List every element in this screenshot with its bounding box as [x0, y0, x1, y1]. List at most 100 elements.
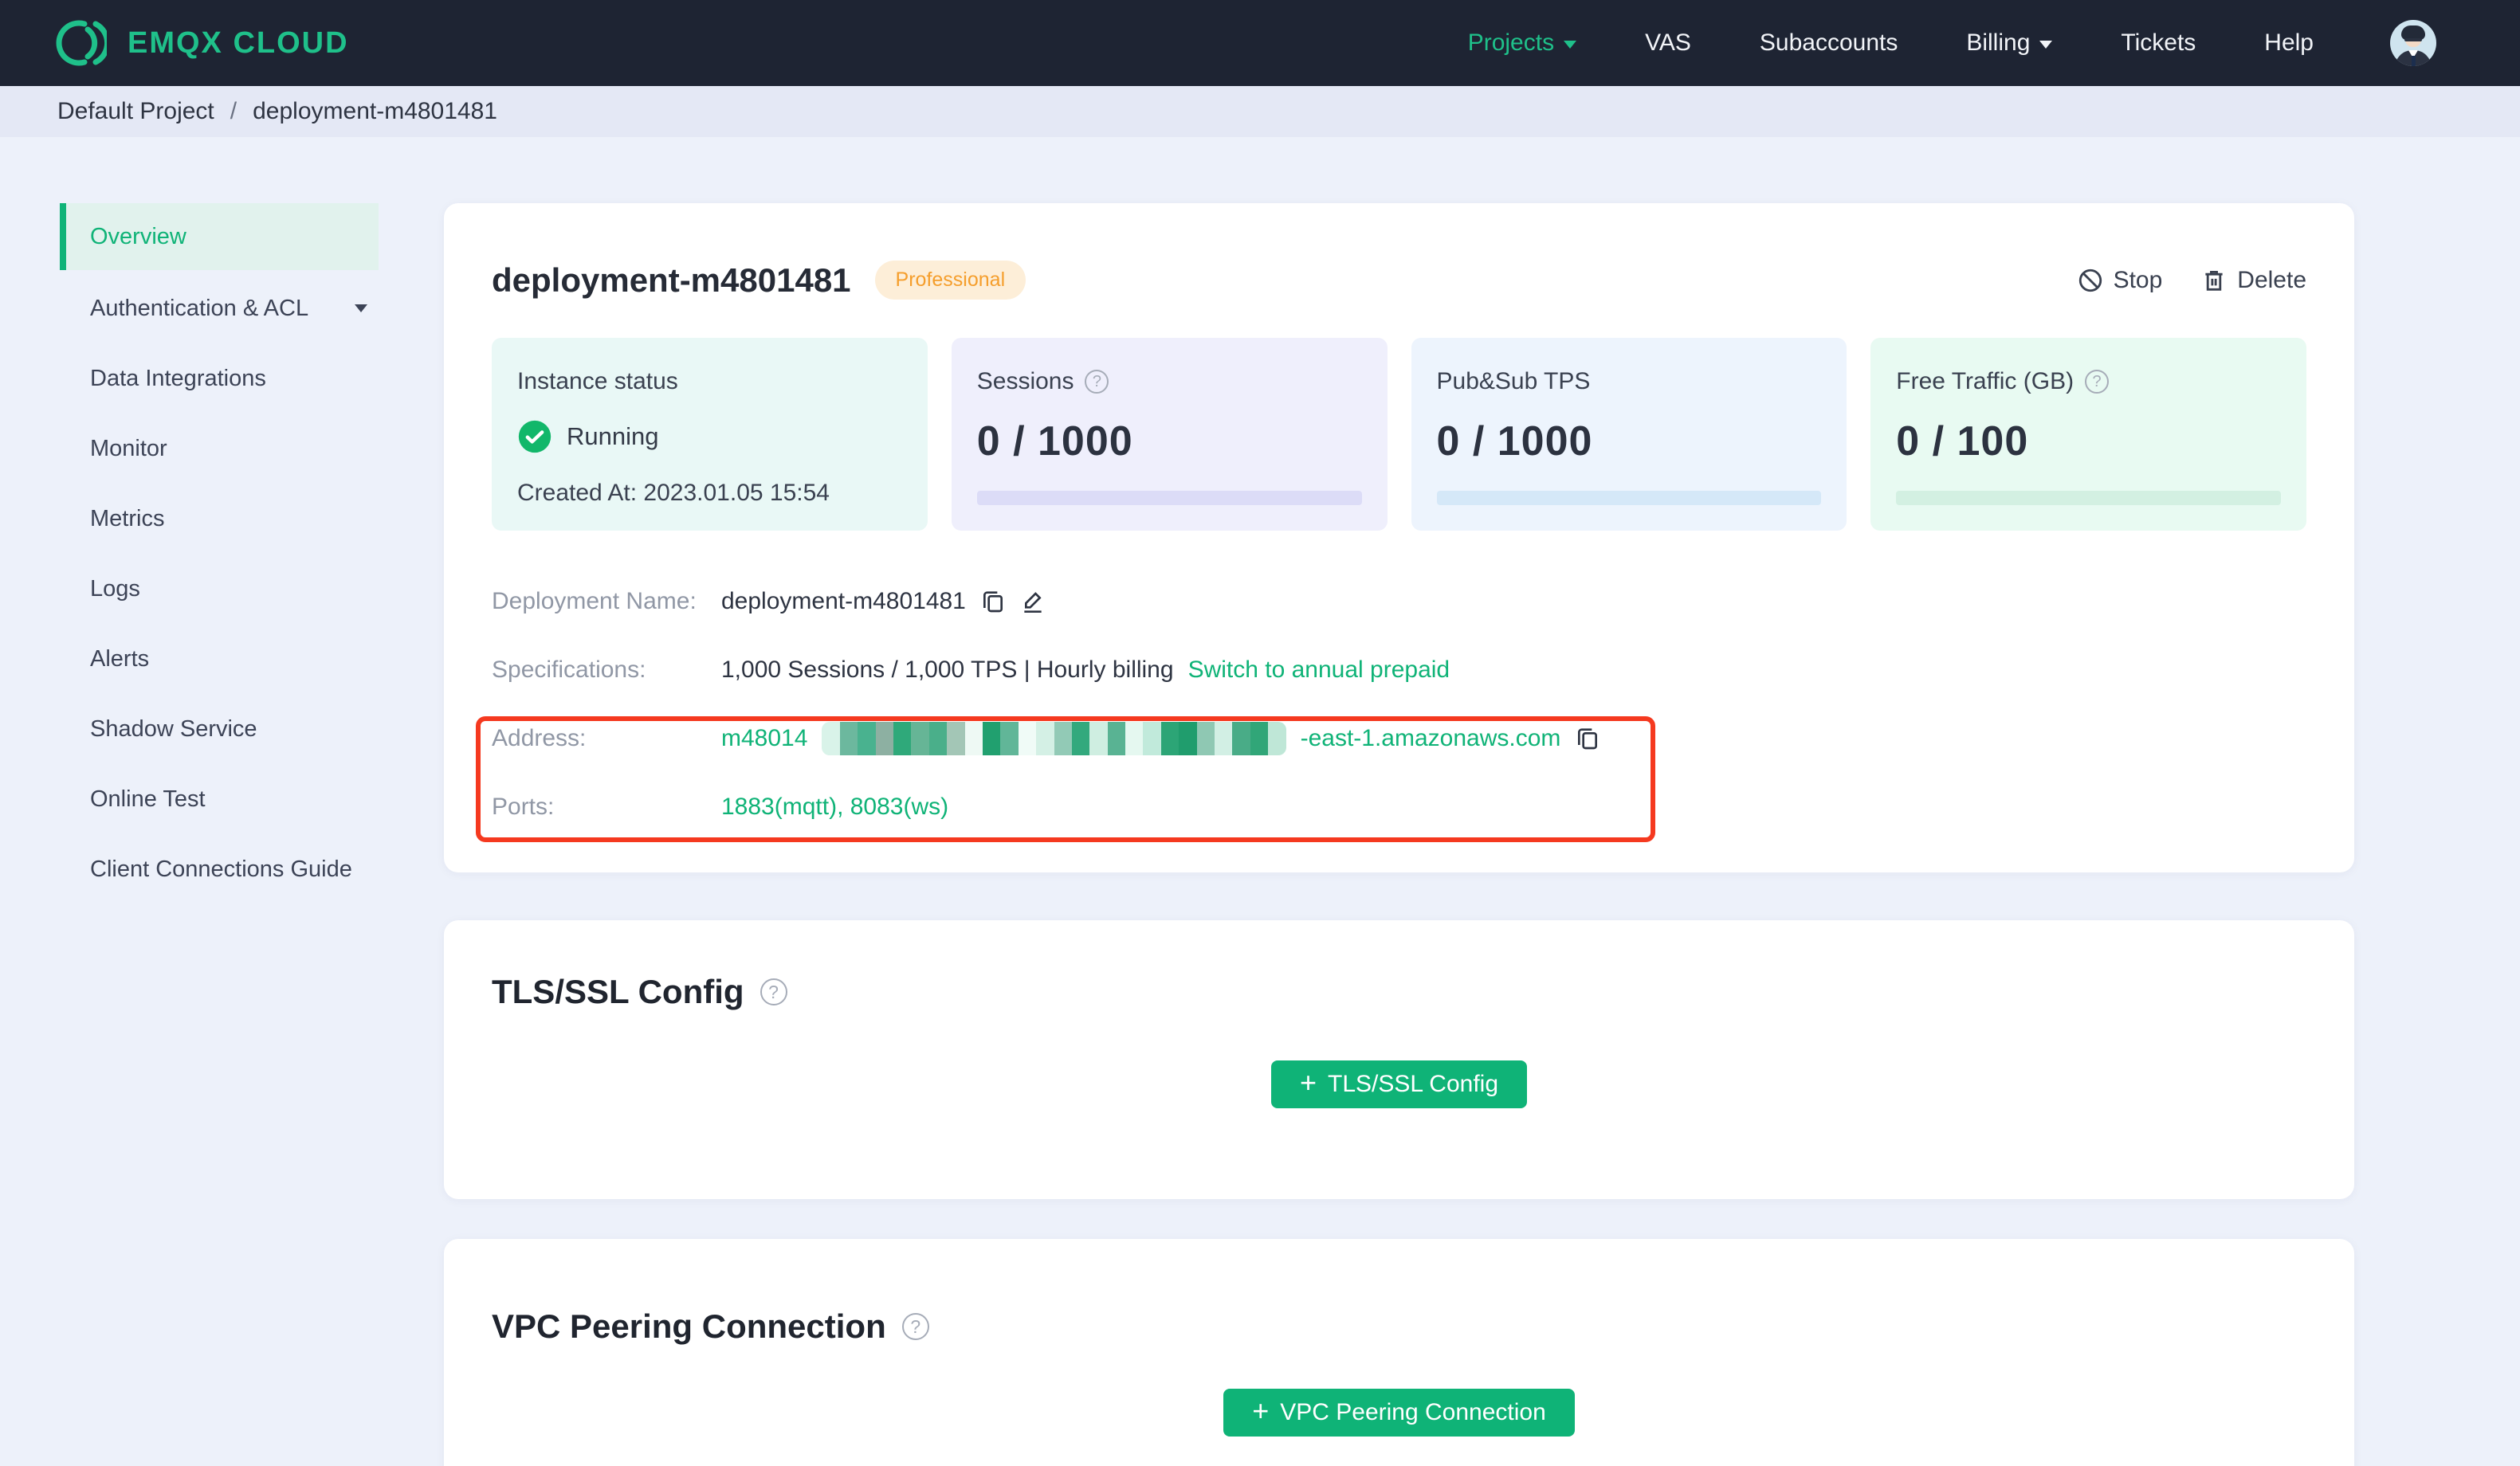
switch-billing-link[interactable]: Switch to annual prepaid	[1188, 657, 1450, 684]
help-icon[interactable]	[2085, 370, 2110, 394]
add-tls-config-button[interactable]: + TLS/SSL Config	[1270, 1060, 1528, 1108]
redacted-address-mosaic	[822, 722, 1286, 755]
chevron-down-icon	[1564, 41, 1577, 49]
help-icon[interactable]	[1085, 370, 1109, 394]
stat-card-sessions: Sessions 0 / 1000	[951, 338, 1388, 531]
stat-label: Instance status	[517, 368, 678, 394]
nav-link-tickets[interactable]: Tickets	[2121, 29, 2196, 57]
stats-row: Instance status Running Created At: 2023…	[492, 338, 2306, 531]
redacted-block	[839, 722, 858, 755]
breadcrumb-project[interactable]: Default Project	[57, 98, 214, 125]
nav-links: Projects VAS Subaccounts Billing Tickets…	[1468, 29, 2314, 57]
address-prefix: m48014	[721, 725, 808, 751]
stat-progress	[1896, 491, 2281, 505]
edit-pencil-icon	[1024, 592, 1042, 613]
redacted-block	[1125, 722, 1144, 755]
created-at: Created At: 2023.01.05 15:54	[517, 480, 830, 506]
copy-icon	[983, 591, 1003, 613]
stat-label: Sessions	[976, 368, 1074, 394]
stat-progress	[1436, 491, 1822, 505]
edit-name-button[interactable]	[1020, 589, 1046, 614]
stat-label: Pub&Sub TPS	[1436, 368, 1591, 394]
trash-icon	[2205, 270, 2223, 291]
copy-name-button[interactable]	[980, 589, 1006, 614]
redacted-block	[964, 722, 983, 755]
avatar-tie	[2412, 56, 2416, 66]
breadcrumb-current: deployment-m4801481	[253, 98, 497, 124]
copy-address-button[interactable]	[1575, 726, 1600, 751]
chevron-down-icon	[355, 304, 367, 312]
stat-label: Free Traffic (GB)	[1896, 368, 2074, 394]
address-label: Address:	[492, 725, 587, 751]
deployment-title: deployment-m4801481	[492, 261, 851, 299]
help-icon[interactable]	[901, 1313, 929, 1340]
instance-status-card: Instance status Running Created At: 2023…	[492, 338, 928, 531]
specifications-value: 1,000 Sessions / 1,000 TPS | Hourly bill…	[721, 657, 1174, 683]
redacted-block	[1000, 722, 1019, 755]
redacted-block	[1143, 722, 1161, 755]
vpc-section-title: VPC Peering Connection	[492, 1307, 886, 1345]
nav-link-projects[interactable]: Projects	[1468, 29, 1577, 57]
redacted-block	[1107, 722, 1126, 755]
deployment-name-value: deployment-m4801481	[721, 588, 966, 614]
redacted-block	[1071, 722, 1090, 755]
stat-progress	[976, 491, 1362, 505]
plus-icon: +	[1299, 1066, 1317, 1099]
stat-card-pub-sub-tps: Pub&Sub TPS 0 / 1000	[1411, 338, 1847, 531]
sidebar-item-logs[interactable]: Logs	[60, 554, 379, 624]
plan-badge: Professional	[874, 261, 1026, 300]
user-avatar[interactable]	[2390, 20, 2436, 66]
copy-icon	[1578, 728, 1598, 750]
redacted-block	[1196, 722, 1215, 755]
sidebar-item-data-integrations[interactable]: Data Integrations	[60, 343, 379, 414]
vpc-section: VPC Peering Connection + VPC Peering Con…	[444, 1239, 2354, 1466]
avatar-glasses	[2404, 38, 2422, 41]
ports-label: Ports:	[492, 794, 555, 820]
redacted-block	[1018, 722, 1037, 755]
nav-link-subaccounts[interactable]: Subaccounts	[1760, 29, 1898, 57]
breadcrumb: Default Project / deployment-m4801481	[0, 86, 2520, 137]
nav-link-vas[interactable]: VAS	[1645, 29, 1691, 57]
ports-row: Ports: 1883(mqtt), 8083(ws)	[492, 773, 2306, 841]
sidebar: Overview Authentication & ACL Data Integ…	[60, 203, 379, 904]
redacted-block	[1250, 722, 1269, 755]
sidebar-item-authentication-acl[interactable]: Authentication & ACL	[60, 273, 379, 343]
redacted-block	[947, 722, 965, 755]
redacted-block	[822, 722, 840, 755]
nav-link-billing[interactable]: Billing	[1966, 29, 2053, 57]
help-icon[interactable]	[760, 978, 787, 1005]
ports-value: 1883(mqtt), 8083(ws)	[721, 794, 949, 820]
status-text: Running	[567, 422, 659, 450]
top-navbar: EMQX CLOUD Projects VAS Subaccounts Bill…	[0, 0, 2520, 86]
tls-section-title: TLS/SSL Config	[492, 973, 744, 1010]
nav-link-help[interactable]: Help	[2264, 29, 2314, 57]
plus-icon: +	[1252, 1394, 1270, 1427]
emqx-logo-icon	[56, 20, 107, 66]
sidebar-item-alerts[interactable]: Alerts	[60, 624, 379, 694]
deployment-name-row: Deployment Name: deployment-m4801481	[492, 567, 2306, 636]
chevron-down-icon	[2039, 41, 2053, 49]
redacted-block	[875, 722, 893, 755]
delete-button[interactable]: Delete	[2200, 267, 2306, 294]
redacted-block	[893, 722, 912, 755]
tls-section: TLS/SSL Config + TLS/SSL Config	[444, 920, 2354, 1199]
stat-value: 0 / 1000	[976, 418, 1133, 464]
redacted-block	[982, 722, 1001, 755]
deployment-card: deployment-m4801481 Professional Stop De…	[444, 203, 2354, 872]
redacted-block	[1089, 722, 1108, 755]
brand-logo[interactable]: EMQX CLOUD	[56, 18, 349, 69]
brand-name: EMQX CLOUD	[128, 25, 349, 60]
add-vpc-peering-button[interactable]: + VPC Peering Connection	[1223, 1389, 1575, 1437]
sidebar-item-monitor[interactable]: Monitor	[60, 414, 379, 484]
redacted-block	[1054, 722, 1072, 755]
sidebar-item-client-connections-guide[interactable]: Client Connections Guide	[60, 834, 379, 904]
sidebar-item-online-test[interactable]: Online Test	[60, 764, 379, 834]
check-circle-icon	[518, 420, 551, 453]
sidebar-item-shadow-service[interactable]: Shadow Service	[60, 694, 379, 764]
redacted-block	[1036, 722, 1054, 755]
sidebar-item-overview[interactable]: Overview	[60, 203, 379, 270]
breadcrumb-separator: /	[230, 98, 237, 124]
specifications-label: Specifications:	[492, 657, 646, 683]
stop-button[interactable]: Stop	[2077, 267, 2162, 294]
sidebar-item-metrics[interactable]: Metrics	[60, 484, 379, 554]
